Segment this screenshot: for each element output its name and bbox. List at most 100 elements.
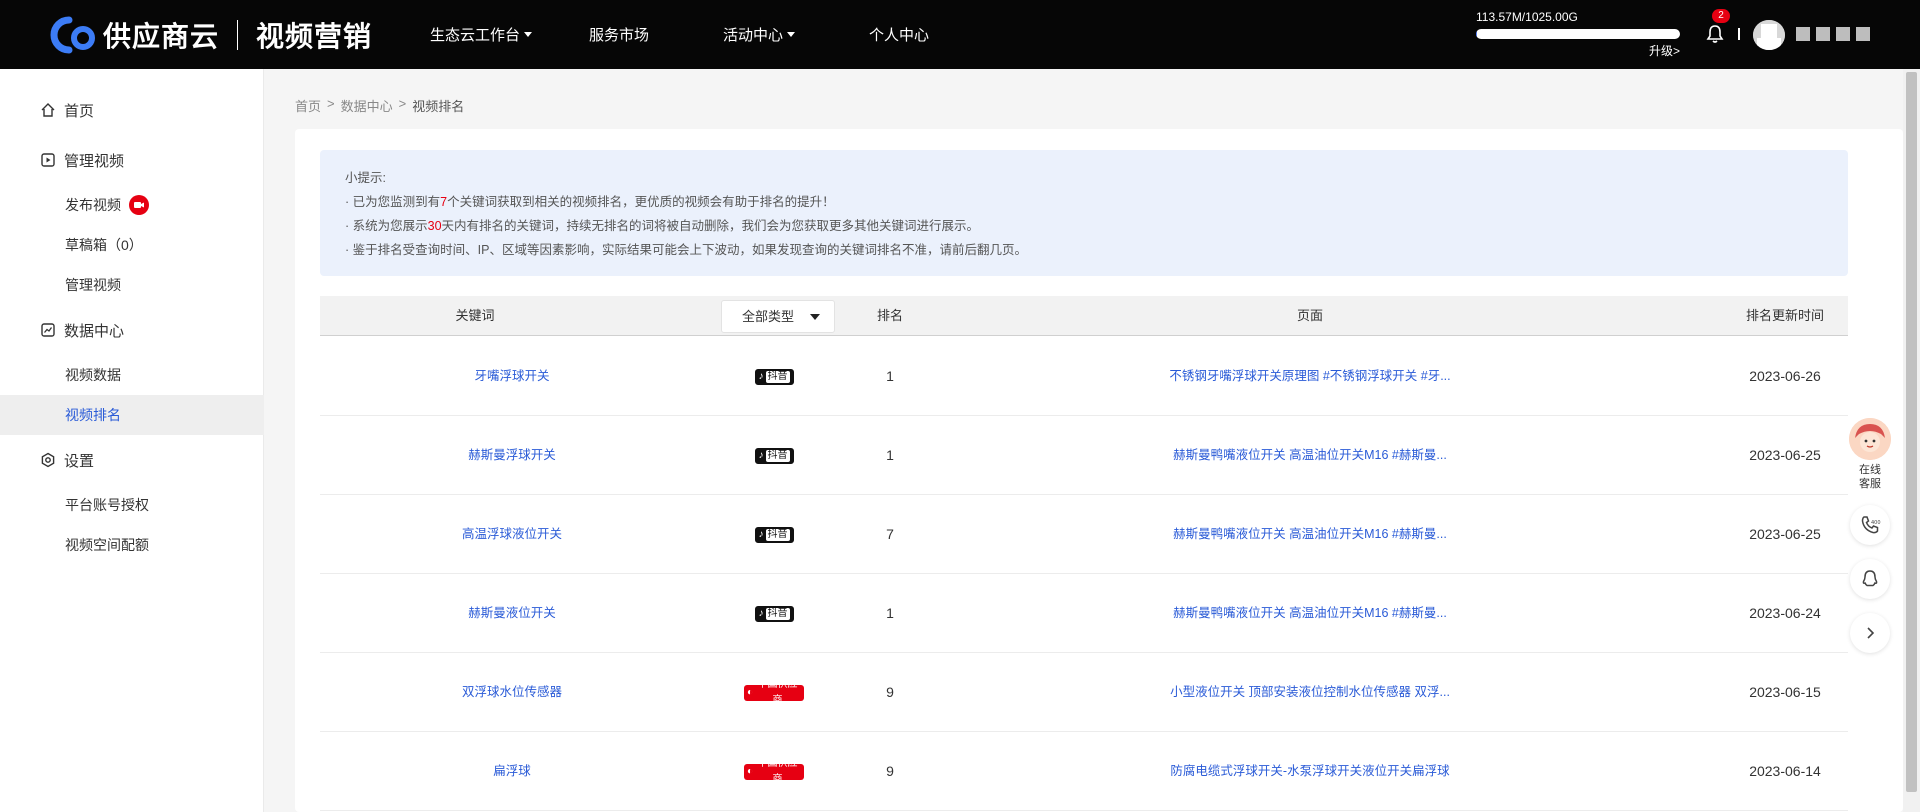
china-supplier-logo-icon: ◐: [747, 765, 754, 777]
sidebar-item-publish-video[interactable]: 发布视频: [0, 185, 264, 225]
update-date: 2023-06-15: [1749, 684, 1821, 700]
sidebar-group-manage-video[interactable]: 管理视频: [0, 140, 264, 180]
type-filter-select[interactable]: 全部类型: [721, 300, 835, 333]
product-name: 视频营销: [256, 21, 373, 52]
sidebar-item-platform-auth[interactable]: 平台账号授权: [0, 485, 264, 525]
avatar[interactable]: [1753, 20, 1785, 50]
update-date: 2023-06-14: [1749, 763, 1821, 779]
bell-icon[interactable]: [1706, 24, 1724, 44]
sidebar-item-label: 视频排名: [65, 407, 121, 423]
service-agent-icon: [1849, 418, 1891, 460]
breadcrumb-home[interactable]: 首页: [295, 96, 321, 115]
chevron-right-icon[interactable]: [1850, 613, 1890, 653]
settings-icon: [41, 452, 55, 468]
update-date: 2023-06-26: [1749, 368, 1821, 384]
sidebar-item-space-quota[interactable]: 视频空间配额: [0, 525, 264, 565]
nav-activity-center[interactable]: 活动中心: [723, 0, 796, 69]
nav-label: 活动中心: [723, 27, 784, 44]
upgrade-link[interactable]: 升级>: [1649, 42, 1680, 59]
sidebar-item-video-data[interactable]: 视频数据: [0, 355, 264, 395]
page-link[interactable]: 防腐电缆式浮球开关-水泵浮球开关液位开关扁浮球: [920, 732, 1700, 811]
sidebar-item-label: 发布视频: [65, 197, 121, 213]
nav-personal-center[interactable]: 个人中心: [869, 0, 929, 69]
table-row: 赫斯曼浮球开关 ♪ 抖音 1 赫斯曼鸭嘴液位开关 高温油位开关M16 #赫斯曼... 20…: [320, 416, 1848, 495]
storage-progress-fill: [1476, 29, 1478, 39]
keyword-link[interactable]: 高温浮球液位开关: [320, 495, 704, 574]
logo[interactable]: 供应商云 视频营销: [49, 16, 372, 54]
logo-divider: [237, 20, 239, 50]
page-link[interactable]: 小型液位开关 顶部安装液位控制水位传感器 双浮...: [920, 653, 1700, 732]
china-supplier-logo-icon: ◐: [747, 686, 754, 698]
column-keyword: 关键词: [455, 308, 495, 323]
online-service-button[interactable]: 在线客服: [1846, 418, 1894, 491]
page-link[interactable]: 赫斯曼鸭嘴液位开关 高温油位开关M16 #赫斯曼...: [920, 416, 1700, 495]
mask-block: [1856, 27, 1870, 41]
page-link[interactable]: 赫斯曼鸭嘴液位开关 高温油位开关M16 #赫斯曼...: [920, 495, 1700, 574]
douyin-tag: ♪ 抖音: [754, 368, 794, 385]
sidebar-item-drafts[interactable]: 草稿箱（0）: [0, 225, 264, 265]
table-header: 关键词 全部类型 排名 页面 排名更新时间: [320, 296, 1848, 336]
tips-text: 天内有排名的关键词，持续无排名的词将被自动删除，我们会为您获取更多其他关键词进行…: [441, 219, 980, 233]
sidebar-group-home[interactable]: 首页: [0, 90, 264, 130]
storage-text: 113.57M/1025.00G: [1476, 10, 1578, 24]
breadcrumb-separator: >: [327, 96, 335, 111]
sidebar-item-manage-video[interactable]: 管理视频: [0, 265, 264, 305]
keyword-link[interactable]: 双浮球水位传感器: [320, 653, 704, 732]
douyin-logo-icon: ♪: [758, 607, 764, 619]
douyin-logo-icon: ♪: [758, 528, 764, 540]
table-row: 高温浮球液位开关 ♪ 抖音 7 赫斯曼鸭嘴液位开关 高温油位开关M16 #赫斯曼... 2…: [320, 495, 1848, 574]
page-link[interactable]: 赫斯曼鸭嘴液位开关 高温油位开关M16 #赫斯曼...: [920, 574, 1700, 653]
table-row: 扁浮球 ◐ 中国供应商 9 防腐电缆式浮球开关-水泵浮球开关液位开关扁浮球 2023-06…: [320, 732, 1848, 811]
sidebar-item-label: 管理视频: [65, 277, 121, 293]
tips-title: 小提示:: [345, 171, 386, 185]
breadcrumb-section[interactable]: 数据中心: [341, 96, 393, 115]
douyin-tag: ♪ 抖音: [754, 605, 794, 622]
sidebar-group-label: 设置: [64, 452, 95, 470]
svg-text:400: 400: [1871, 520, 1881, 526]
page-link[interactable]: 不锈钢牙嘴浮球开关原理图 #不锈钢浮球开关 #牙...: [920, 337, 1700, 416]
sidebar-group-data-center[interactable]: 数据中心: [0, 310, 264, 350]
table-row: 赫斯曼液位开关 ♪ 抖音 1 赫斯曼鸭嘴液位开关 高温油位开关M16 #赫斯曼... 20…: [320, 574, 1848, 653]
sidebar-group-settings[interactable]: 设置: [0, 440, 264, 480]
nav-ecosystem-workbench[interactable]: 生态云工作台: [430, 0, 533, 69]
rank-value: 1: [886, 447, 894, 463]
table-row: 双浮球水位传感器 ◐ 中国供应商 9 小型液位开关 顶部安装液位控制水位传感器 双浮..…: [320, 653, 1848, 732]
sidebar-item-label: 视频数据: [65, 367, 121, 383]
tips-line-2: · 系统为您展示30天内有排名的关键词，持续无排名的词将被自动删除，我们会为您获…: [345, 214, 1848, 238]
nav-label: 服务市场: [589, 27, 650, 44]
tips-line-1: · 已为您监测到有7个关键词获取到相关的视频排名，更优质的视频会有助于排名的提升…: [345, 190, 1848, 214]
nav-service-market[interactable]: 服务市场: [589, 0, 649, 69]
tips-text: · 已为您监测到有: [345, 195, 441, 209]
qq-icon[interactable]: [1850, 559, 1890, 599]
keyword-link[interactable]: 牙嘴浮球开关: [320, 337, 704, 416]
china-supplier-tag: ◐ 中国供应商: [744, 758, 804, 785]
scrollbar-thumb[interactable]: [1906, 72, 1917, 792]
video-icon: [41, 153, 55, 167]
sidebar-item-video-ranking[interactable]: 视频排名: [0, 395, 264, 435]
caret-down-icon: [810, 314, 820, 320]
table-row: 牙嘴浮球开关 ♪ 抖音 1 不锈钢牙嘴浮球开关原理图 #不锈钢浮球开关 #牙... 202…: [320, 337, 1848, 416]
source-label: 抖音: [765, 449, 790, 462]
breadcrumb-separator: >: [398, 96, 407, 111]
rank-value: 9: [886, 684, 894, 700]
breadcrumb: 首页 > 数据中心 > 视频排名: [295, 96, 464, 115]
breadcrumb-current: 视频排名: [412, 99, 465, 114]
rank-value: 9: [886, 763, 894, 779]
float-toolbar: 在线客服 400: [1846, 418, 1894, 653]
main-card: 小提示: · 已为您监测到有7个关键词获取到相关的视频排名，更优质的视频会有助于…: [295, 129, 1903, 812]
notification-badge: 2: [1712, 9, 1730, 23]
keyword-link[interactable]: 赫斯曼液位开关: [320, 574, 704, 653]
storage-progress-bar: [1476, 29, 1680, 39]
service-label: 在线客服: [1859, 464, 1881, 490]
keyword-link[interactable]: 扁浮球: [320, 732, 704, 811]
caret-down-icon: [524, 32, 533, 37]
username-masked[interactable]: [1796, 27, 1870, 41]
phone-icon[interactable]: 400: [1850, 505, 1890, 545]
days-count: 30: [427, 219, 442, 233]
sidebar-group-label: 数据中心: [64, 322, 125, 340]
header-divider: [1738, 28, 1740, 40]
keyword-link[interactable]: 赫斯曼浮球开关: [320, 416, 704, 495]
home-icon: [41, 103, 55, 117]
sidebar-group-label: 首页: [64, 102, 95, 120]
douyin-tag: ♪ 抖音: [754, 526, 794, 543]
